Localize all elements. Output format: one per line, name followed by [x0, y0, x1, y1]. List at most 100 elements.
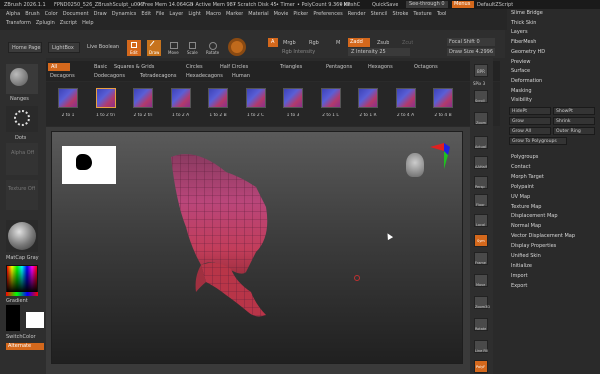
subpalette-visibility[interactable]: Visibility	[507, 96, 600, 106]
sym-button[interactable]: Sym	[474, 234, 488, 247]
zsub-button[interactable]: Zsub	[377, 40, 389, 46]
tab-human[interactable]: Human	[232, 72, 250, 80]
tab-decagons[interactable]: Decagons	[50, 72, 75, 80]
subpalette-deformation[interactable]: Deformation	[507, 77, 600, 87]
menu-light[interactable]: Light	[188, 11, 200, 19]
menu-layer[interactable]: Layer	[169, 11, 183, 19]
texture-thumbnail[interactable]	[6, 180, 38, 210]
subpalette-fibermesh[interactable]: FiberMesh	[507, 38, 600, 48]
tab-triangles[interactable]: Triangles	[280, 63, 302, 71]
thumbnail-item[interactable]: 1 to 2 B	[202, 86, 232, 122]
thumbnail-item[interactable]: 2 to 2 tri	[127, 86, 157, 122]
move-view-button[interactable]: Move	[474, 274, 488, 287]
menu-picker[interactable]: Picker	[293, 11, 308, 19]
scroll-button[interactable]: Scroll	[474, 90, 488, 103]
menu-alpha[interactable]: Alpha	[6, 11, 20, 19]
menu-help[interactable]: Help	[82, 20, 93, 28]
grow-button[interactable]: Grow	[509, 117, 551, 125]
thumbnail-item[interactable]: 1 to 3	[277, 86, 307, 122]
subpalette-layers[interactable]: Layers	[507, 28, 600, 38]
brush-preview-icon[interactable]	[228, 38, 246, 56]
menu-file[interactable]: File	[156, 11, 164, 19]
menus-button[interactable]: Menus	[452, 1, 474, 8]
thumbnail-item[interactable]: 1 to 2 A	[165, 86, 195, 122]
menu-marker[interactable]: Marker	[226, 11, 243, 19]
local-button[interactable]: Local	[474, 214, 488, 227]
zcut-button[interactable]: Zcut	[402, 40, 413, 46]
see-through-slider[interactable]: See-through 0	[406, 1, 448, 8]
subpalette-contact[interactable]: Contact	[507, 163, 600, 173]
thumbnail-item[interactable]: 2 to 4 A	[390, 86, 420, 122]
scale-button[interactable]: Scale	[186, 40, 200, 56]
thumbnail-item[interactable]: 2 to 1 R	[352, 86, 382, 122]
frame-button[interactable]: Frame	[474, 252, 488, 265]
a-button[interactable]: A	[268, 38, 278, 47]
secondary-color-swatch[interactable]	[26, 312, 44, 328]
subpalette-thick-skin[interactable]: Thick Skin	[507, 19, 600, 29]
primary-color-swatch[interactable]	[6, 305, 20, 331]
rgb-button[interactable]: Rgb	[309, 40, 319, 46]
outer-ring-button[interactable]: Outer Ring	[553, 127, 595, 135]
alpha-thumbnail[interactable]	[6, 143, 38, 175]
home-page-button[interactable]: Home Page	[8, 42, 42, 53]
subpalette-export[interactable]: Export	[507, 282, 600, 292]
menu-draw[interactable]: Draw	[94, 11, 107, 19]
m-button[interactable]: M	[336, 40, 340, 46]
thumbnail-item[interactable]: 1 to 2 tri	[90, 86, 120, 122]
subpalette-geometry-hd[interactable]: Geometry HD	[507, 48, 600, 58]
subpalette-masking[interactable]: Masking	[507, 87, 600, 97]
tab-dodecagons[interactable]: Dodecagons	[94, 72, 125, 80]
subpalette-import[interactable]: Import	[507, 272, 600, 282]
zadd-button[interactable]: Zadd	[348, 38, 370, 47]
subpalette-polygroups[interactable]: Polygroups	[507, 153, 600, 163]
subpalette-initialize[interactable]: Initialize	[507, 262, 600, 272]
axis-gizmo-icon[interactable]	[422, 141, 452, 171]
lightbox-button[interactable]: LightBox	[48, 42, 80, 53]
thumbnail-item[interactable]: 2 to 4 B	[427, 86, 457, 122]
subpalette-unified-skin[interactable]: Unified Skin	[507, 252, 600, 262]
subpalette-slime-bridge[interactable]: Slime Bridge	[507, 9, 600, 19]
menu-color[interactable]: Color	[45, 11, 58, 19]
subpalette-morph-target[interactable]: Morph Target	[507, 173, 600, 183]
menu-stroke[interactable]: Stroke	[392, 11, 408, 19]
subpalette-texture-map[interactable]: Texture Map	[507, 203, 600, 213]
tab-circles[interactable]: Circles	[186, 63, 203, 71]
mrgb-button[interactable]: Mrgb	[283, 40, 296, 46]
shrink-button[interactable]: Shrink	[553, 117, 595, 125]
menu-transform[interactable]: Transform	[6, 20, 31, 28]
z-intensity-slider[interactable]: Z Intensity 25	[348, 48, 410, 56]
switch-color-button[interactable]: SwitchColor	[6, 334, 36, 340]
zoom3d-button[interactable]: Zoom3D	[474, 296, 490, 309]
polyf-button[interactable]: PolyF	[474, 360, 488, 373]
draw-size-slider[interactable]: Draw Size 4.2996	[447, 48, 495, 56]
menu-zscript[interactable]: Zscript	[60, 20, 77, 28]
menu-tool[interactable]: Tool	[437, 11, 447, 19]
tab-tetradecagons[interactable]: Tetradecagons	[140, 72, 176, 80]
aahalf-button[interactable]: AAHalf	[474, 156, 488, 169]
tab-octagons[interactable]: Octagons	[414, 63, 438, 71]
grow-all-button[interactable]: Grow All	[509, 127, 551, 135]
menu-texture[interactable]: Texture	[413, 11, 431, 19]
menu-document[interactable]: Document	[63, 11, 89, 19]
menu-render[interactable]: Render	[348, 11, 366, 19]
menu-macro[interactable]: Macro	[206, 11, 221, 19]
tab-pentagons[interactable]: Pentagons	[326, 63, 352, 71]
spix-slider[interactable]: SPix 3	[473, 81, 485, 86]
stroke-thumbnail[interactable]	[6, 106, 38, 132]
menu-stencil[interactable]: Stencil	[371, 11, 388, 19]
menu-movie[interactable]: Movie	[274, 11, 289, 19]
subpalette-surface[interactable]: Surface	[507, 67, 600, 77]
menu-edit[interactable]: Edit	[141, 11, 151, 19]
thumbnail-item[interactable]: 1 to 2 C	[240, 86, 270, 122]
tab-half-circles[interactable]: Half Circles	[220, 63, 248, 71]
rotate-button[interactable]: Rotate	[206, 40, 220, 56]
live-boolean-button[interactable]: Live Boolean	[87, 44, 119, 50]
alternate-button[interactable]: Alternate	[6, 343, 44, 350]
floor-button[interactable]: Floor	[474, 194, 488, 207]
rgb-intensity-slider[interactable]: Rgb Intensity	[282, 49, 315, 55]
rotate-view-button[interactable]: Rotate	[474, 318, 488, 331]
subpalette-displacement-map[interactable]: Displacement Map	[507, 212, 600, 222]
thumbnail-item[interactable]: 2 to 1 L	[315, 86, 345, 122]
tab-squares-grids[interactable]: Squares & Grids	[114, 63, 154, 71]
subpalette-vector-displacement-map[interactable]: Vector Displacement Map	[507, 232, 600, 242]
